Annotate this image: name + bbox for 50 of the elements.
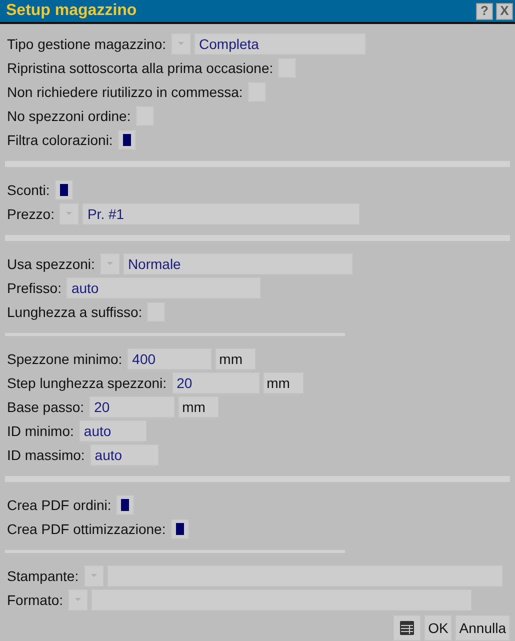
ok-button[interactable]: OK <box>424 615 452 641</box>
field-label: Step lunghezza spezzoni: <box>7 375 167 391</box>
input-field[interactable]: auto <box>90 444 159 466</box>
dropdown-arrow-button[interactable] <box>171 33 192 55</box>
dropdown-arrow-button[interactable] <box>68 589 88 611</box>
caret-icon <box>176 41 186 47</box>
field-label: ID minimo: <box>7 423 74 439</box>
field-label: Non richiedere riutilizzo in commessa: <box>7 84 243 100</box>
dropdown-field[interactable]: Completa <box>194 33 366 55</box>
input-field[interactable]: auto <box>78 420 147 442</box>
checkbox[interactable] <box>170 519 189 539</box>
cancel-button[interactable]: Annulla <box>455 615 510 641</box>
field-label: Sconti: <box>7 182 50 198</box>
input-field[interactable]: 400 <box>127 348 212 370</box>
field-label: Crea PDF ordini: <box>7 497 112 513</box>
checkbox[interactable] <box>54 180 73 200</box>
field-label: Stampante: <box>7 568 79 584</box>
caret-icon <box>88 573 99 579</box>
field-label: Ripristina sottoscorta alla prima occasione: <box>7 60 274 76</box>
field-label: Filtra colorazioni: <box>7 132 113 148</box>
field-label: Lunghezza a suffisso: <box>7 304 142 320</box>
field-label: Usa spezzoni: <box>7 256 95 272</box>
unit-field: mm <box>262 372 304 394</box>
checkbox[interactable] <box>116 495 134 515</box>
input-field[interactable]: 20 <box>172 372 260 394</box>
window-title: Setup magazzino <box>6 2 137 20</box>
dropdown-field[interactable]: Normale <box>122 253 353 275</box>
input-field[interactable]: 20 <box>89 396 176 418</box>
field-label: Prefisso: <box>7 280 62 296</box>
close-button[interactable]: X <box>496 2 513 20</box>
field-label: Crea PDF ottimizzazione: <box>7 521 166 537</box>
checkbox[interactable] <box>118 130 136 150</box>
dropdown-field[interactable]: Pr. #1 <box>82 203 360 225</box>
help-button[interactable]: ? <box>476 2 493 20</box>
field-label: No spezzoni ordine: <box>7 108 131 124</box>
dropdown-arrow-button[interactable] <box>84 565 104 587</box>
caret-icon <box>64 211 74 217</box>
field-label: ID massimo: <box>7 447 85 463</box>
field-label: Spezzone minimo: <box>7 351 122 367</box>
unit-field: mm <box>215 348 256 370</box>
caret-icon <box>104 261 115 267</box>
input-field[interactable]: auto <box>66 277 262 299</box>
caret-icon <box>73 597 84 603</box>
table-icon[interactable] <box>393 615 422 641</box>
field-label: Tipo gestione magazzino: <box>7 36 166 52</box>
field-label: Formato: <box>7 592 64 608</box>
field-label: Prezzo: <box>7 206 54 222</box>
dropdown-arrow-button[interactable] <box>100 253 120 275</box>
unit-field: mm <box>178 396 220 418</box>
field-label: Base passo: <box>7 399 84 415</box>
